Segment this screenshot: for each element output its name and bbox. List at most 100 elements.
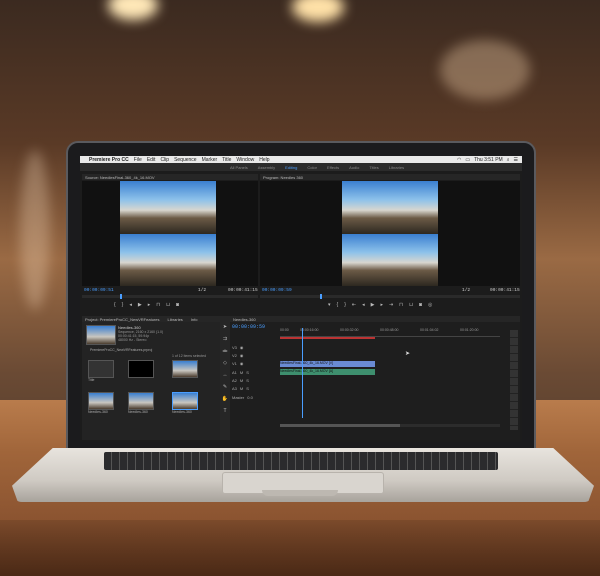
insert-icon[interactable]: ⊓ [156, 302, 160, 308]
timeline-playhead[interactable] [302, 328, 303, 418]
source-monitor-tab[interactable]: Source: NeedlesFinal-360_4k_16.MOV [82, 174, 258, 180]
track-header-v1[interactable]: V1 ◉ [232, 360, 243, 367]
extract-icon[interactable]: ⊔ [409, 302, 413, 308]
project-tabs: Project: PremiereProCC_NewVRFeatures Lib… [82, 316, 228, 322]
audio-clip[interactable]: NeedlesFinal-360_4k_16.MOV [A] [280, 369, 375, 375]
mute-icon[interactable]: M [240, 386, 243, 391]
scrollbar-thumb[interactable] [280, 424, 400, 427]
step-back-icon[interactable]: ◂ [129, 302, 132, 308]
program-scrub-bar[interactable] [260, 294, 520, 299]
source-resolution[interactable]: 1/2 [198, 288, 206, 293]
overwrite-icon[interactable]: ⊔ [166, 302, 170, 308]
pen-tool-icon[interactable]: ✎ [223, 384, 227, 390]
work-area-bar[interactable] [280, 337, 375, 339]
mute-icon[interactable]: M [240, 378, 243, 383]
track-select-icon[interactable]: ⇉ [223, 336, 227, 342]
mark-in-icon[interactable]: { [337, 302, 339, 308]
menu-title[interactable]: Title [222, 157, 231, 163]
menu-file[interactable]: File [134, 157, 142, 163]
app-menu[interactable]: Premiere Pro CC [89, 157, 129, 163]
lift-icon[interactable]: ⊓ [399, 302, 403, 308]
eye-icon[interactable]: ◉ [240, 353, 244, 358]
project-panel: Project: PremiereProCC_NewVRFeatures Lib… [82, 316, 228, 440]
vr-video-icon[interactable]: ◎ [428, 302, 432, 308]
master-value[interactable]: 0.0 [247, 395, 253, 400]
timeline-scrollbar[interactable] [280, 424, 500, 427]
menu-sequence[interactable]: Sequence [174, 157, 197, 163]
go-to-out-icon[interactable]: ⇥ [389, 302, 393, 308]
eye-icon[interactable]: ◉ [240, 361, 244, 366]
workspace-editing[interactable]: Editing [285, 165, 297, 170]
timeline-tab[interactable]: Needles-360 [230, 316, 520, 322]
wifi-icon[interactable]: ◠ [457, 157, 461, 163]
program-resolution[interactable]: 1/2 [462, 288, 470, 293]
tab-project[interactable]: Project: PremiereProCC_NewVRFeatures [85, 317, 159, 322]
solo-icon[interactable]: S [246, 378, 249, 383]
selection-tool-icon[interactable]: ➤ [223, 324, 227, 330]
menu-edit[interactable]: Edit [147, 157, 156, 163]
mute-icon[interactable]: M [240, 370, 243, 375]
clip-thumb[interactable] [172, 360, 198, 378]
battery-icon[interactable]: ▭ [465, 157, 470, 163]
menu-clip[interactable]: Clip [160, 157, 169, 163]
mark-in-icon[interactable]: { [114, 302, 116, 308]
folder-thumb[interactable] [88, 360, 114, 378]
workspace-effects[interactable]: Effects [327, 165, 339, 170]
play-icon[interactable]: ▶ [138, 302, 142, 308]
step-forward-icon[interactable]: ▸ [380, 302, 383, 308]
clip-thumb-selected[interactable] [172, 392, 198, 410]
workspace-bar: All Panels Assembly Editing Color Effect… [80, 163, 522, 171]
step-forward-icon[interactable]: ▸ [148, 302, 151, 308]
menu-help[interactable]: Help [259, 157, 269, 163]
source-playhead[interactable] [120, 294, 122, 299]
tab-libraries[interactable]: Libraries [167, 317, 182, 322]
track-header-v2[interactable]: V2 ◉ [232, 352, 243, 359]
workspace-all-panels[interactable]: All Panels [230, 165, 248, 170]
source-timecode[interactable]: 00:00:09:51 [84, 288, 114, 293]
track-header-a2[interactable]: A2 M S [232, 377, 249, 384]
razor-tool-icon[interactable]: ◇ [223, 360, 227, 366]
menu-list-icon[interactable]: ☰ [514, 157, 518, 163]
clock[interactable]: Thu 3:51 PM [474, 157, 503, 163]
track-header-a3[interactable]: A3 M S [232, 385, 249, 392]
video-clip[interactable]: NeedlesFinal-360_4k_16.MOV [V] [280, 361, 375, 367]
menu-window[interactable]: Window [236, 157, 254, 163]
track-header-a1[interactable]: A1 M S [232, 369, 249, 376]
workspace-titles[interactable]: Titles [369, 165, 378, 170]
solo-icon[interactable]: S [246, 370, 249, 375]
track-header-master[interactable]: Master 0.0 [232, 394, 253, 401]
ripple-edit-icon[interactable]: ⟚ [223, 348, 228, 354]
search-icon[interactable]: ⌕ [507, 157, 510, 163]
slip-tool-icon[interactable]: ↔ [223, 372, 228, 378]
solo-icon[interactable]: S [246, 386, 249, 391]
hand-tool-icon[interactable]: ✋ [222, 396, 228, 402]
marker-icon[interactable]: ▾ [328, 302, 331, 308]
clip-thumb[interactable] [128, 392, 154, 410]
tab-info[interactable]: Info [191, 317, 198, 322]
go-to-in-icon[interactable]: ⇤ [352, 302, 356, 308]
mark-out-icon[interactable]: } [122, 302, 124, 308]
export-frame-icon[interactable]: ◙ [176, 302, 179, 308]
bokeh-light [440, 40, 530, 100]
program-timecode[interactable]: 00:00:09:59 [262, 288, 292, 293]
workspace-audio[interactable]: Audio [349, 165, 359, 170]
workspace-libraries[interactable]: Libraries [389, 165, 404, 170]
clip-thumb[interactable] [88, 392, 114, 410]
program-monitor-tab[interactable]: Program: Needles 360 [260, 174, 520, 180]
mouse-cursor: ➤ [405, 351, 411, 357]
play-icon[interactable]: ▶ [371, 302, 375, 308]
step-back-icon[interactable]: ◂ [362, 302, 365, 308]
timeline-timecode[interactable]: 00:00:09:59 [232, 324, 265, 330]
workspace-color[interactable]: Color [307, 165, 317, 170]
menu-marker[interactable]: Marker [202, 157, 218, 163]
eye-icon[interactable]: ◉ [240, 345, 244, 350]
program-playhead[interactable] [320, 294, 322, 299]
export-frame-icon[interactable]: ◙ [419, 302, 422, 308]
timeline-ruler[interactable]: 00:00 00:00:16:00 00:00:32:00 00:00:48:0… [280, 328, 500, 337]
track-header-v3[interactable]: V3 ◉ [232, 344, 243, 351]
black-video-thumb[interactable] [128, 360, 154, 378]
workspace-assembly[interactable]: Assembly [258, 165, 275, 170]
source-scrub-bar[interactable] [82, 294, 258, 299]
type-tool-icon[interactable]: T [223, 408, 226, 414]
mark-out-icon[interactable]: } [344, 302, 346, 308]
